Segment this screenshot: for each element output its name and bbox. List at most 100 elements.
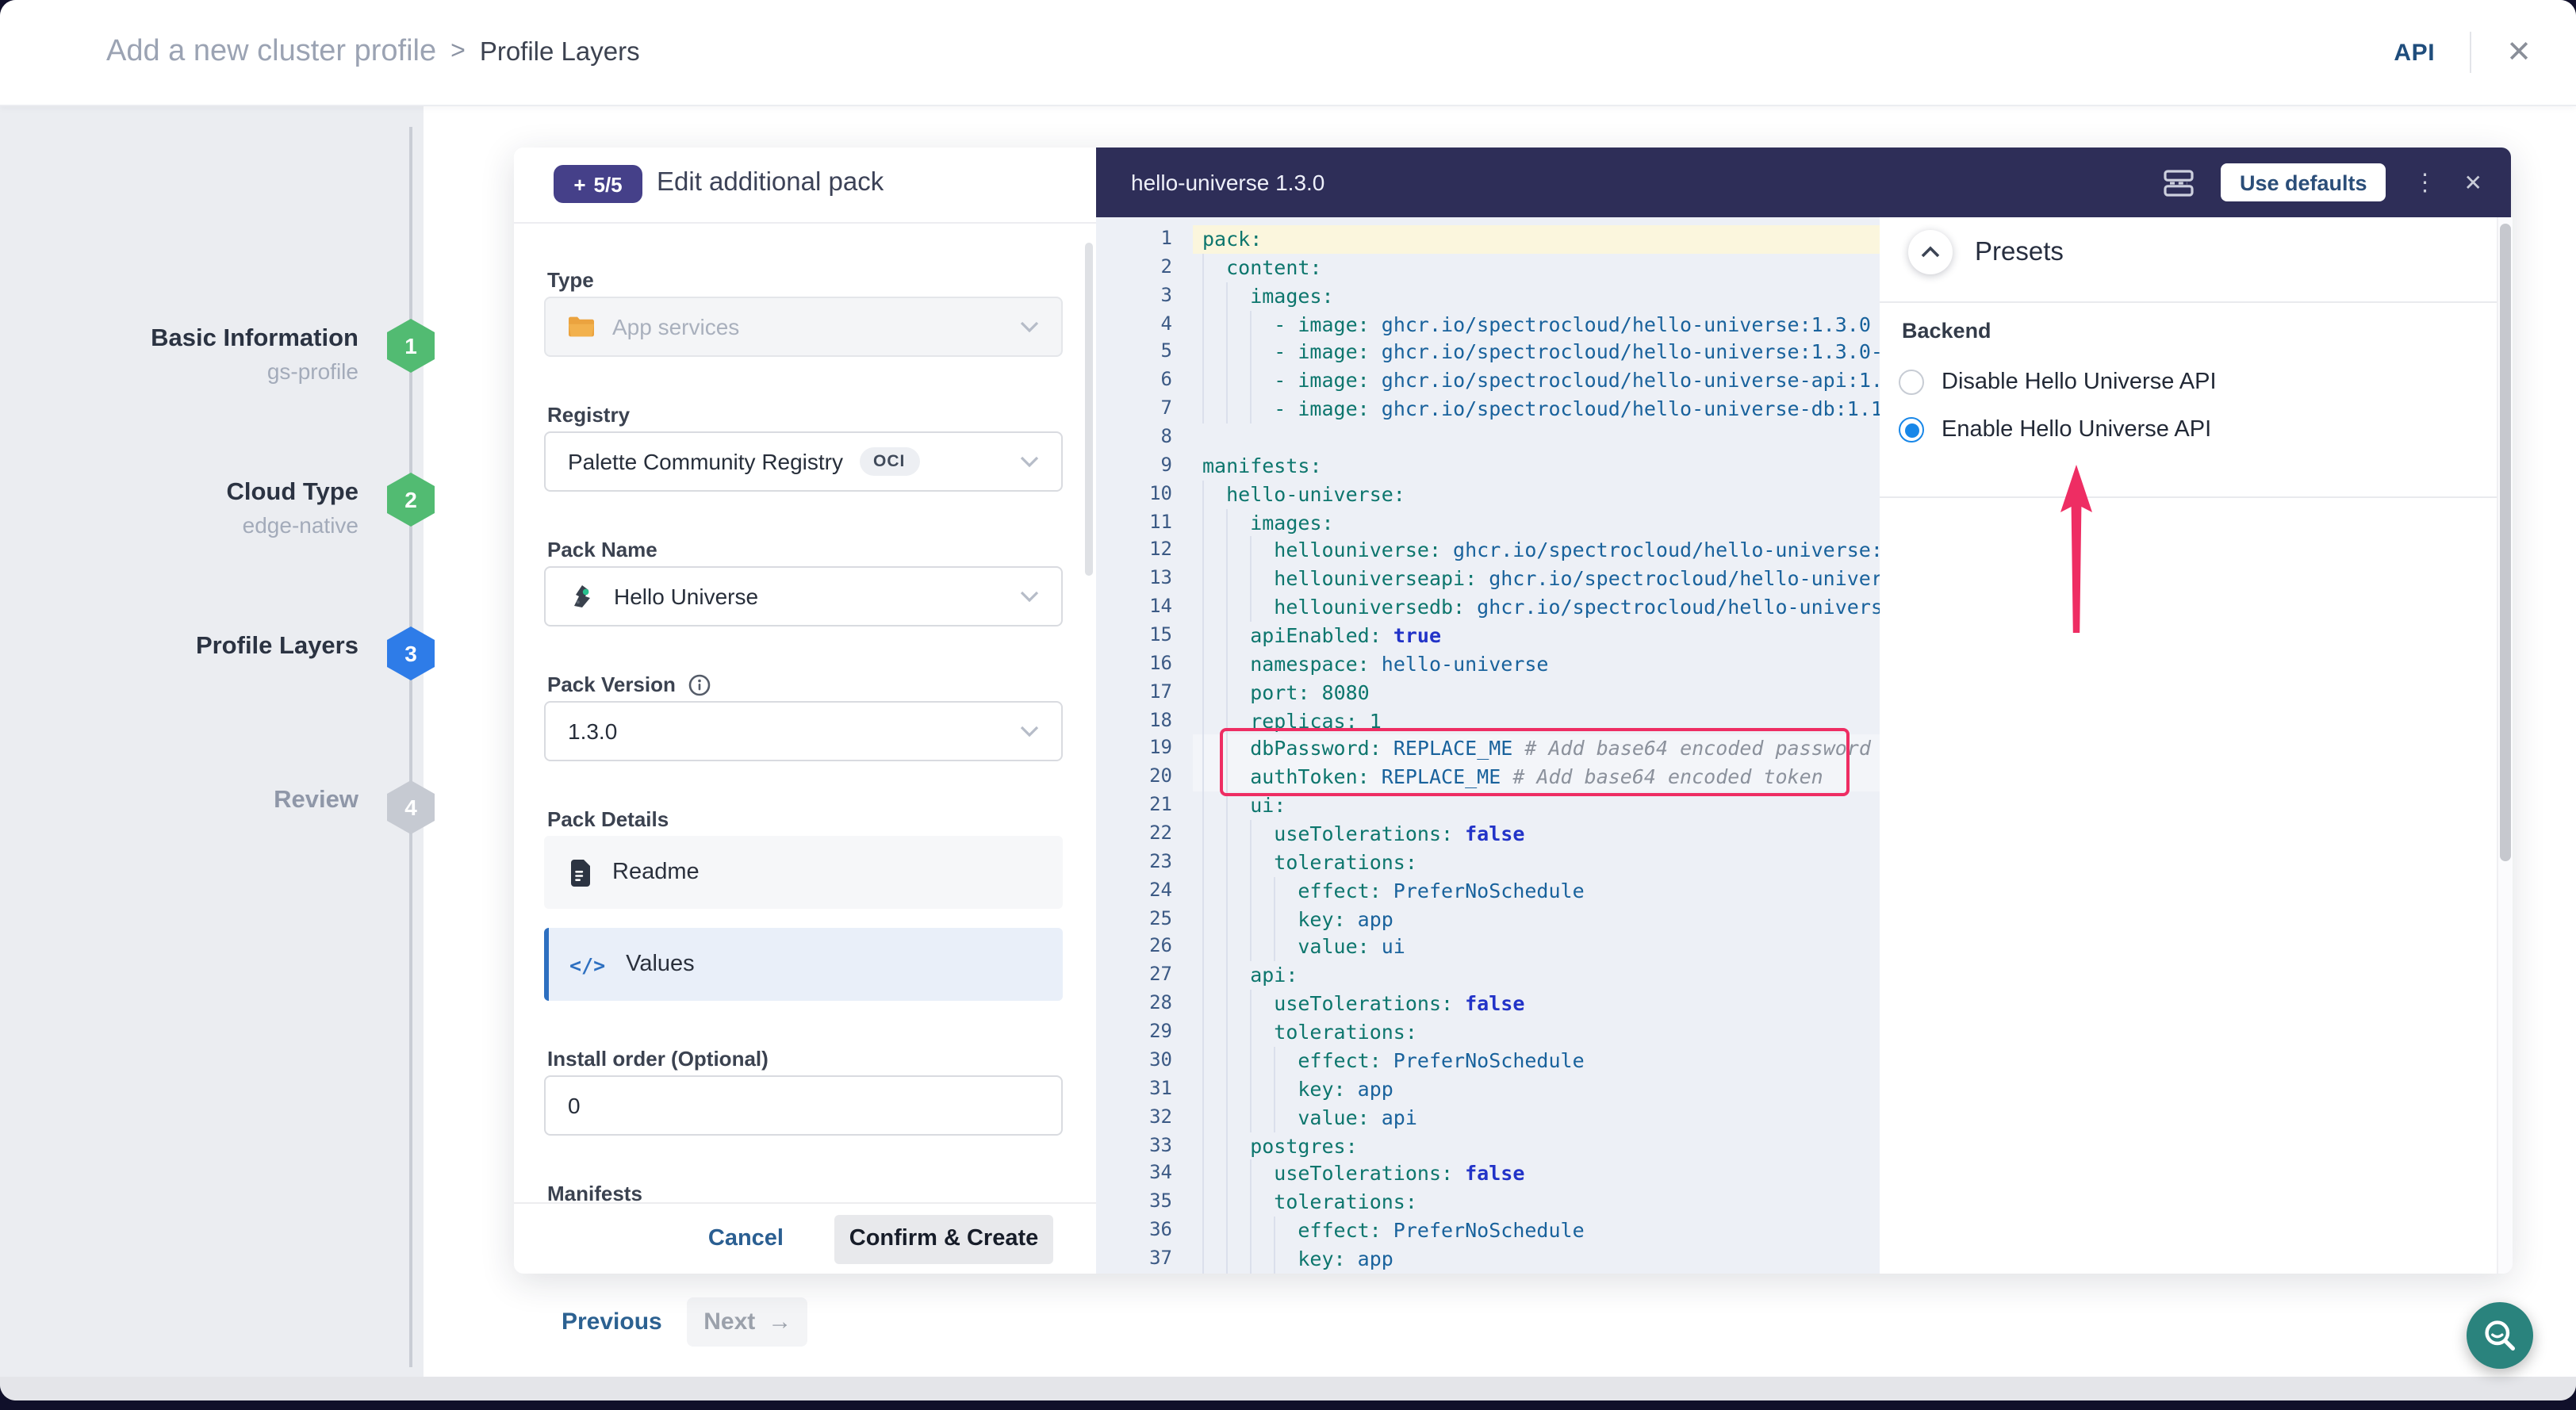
yaml-line-32: 32value: api [1096, 1103, 1880, 1132]
yaml-line-8: 8 [1096, 423, 1880, 452]
preset-option-label: Disable Hello Universe API [1942, 370, 2217, 395]
yaml-line-28: 28useTolerations: false [1096, 990, 1880, 1018]
cancel-button[interactable]: Cancel [699, 1224, 793, 1253]
yaml-line-33: 33postgres: [1096, 1132, 1880, 1160]
folder-icon [568, 316, 595, 338]
wizard-sidebar: Basic Informationgs-profile1Cloud Typeed… [0, 105, 424, 1377]
yaml-line-35: 35tolerations: [1096, 1188, 1880, 1217]
yaml-line-1: 1pack: [1096, 225, 1880, 254]
form-header: + 5/5 Edit additional pack [514, 148, 1096, 224]
install-order-input[interactable] [544, 1075, 1063, 1136]
sidebar-step-profile-layers[interactable]: Profile Layers 3 [0, 626, 444, 728]
yaml-line-14: 14hellouniversedb: ghcr.io/spectrocloud/… [1096, 593, 1880, 622]
step-title: Profile Layers [41, 631, 358, 661]
yaml-line-3: 3images: [1096, 282, 1880, 310]
pack-name-label: Pack Name [547, 538, 657, 561]
edit-pack-modal: + 5/5 Edit additional pack Type App serv… [514, 148, 2511, 1274]
yaml-line-22: 22useTolerations: false [1096, 820, 1880, 849]
yaml-line-21: 21ui: [1096, 791, 1880, 820]
close-icon[interactable]: ✕ [2506, 37, 2532, 67]
presets-title: Presets [1975, 238, 2064, 268]
preset-option-0[interactable]: Disable Hello Universe API [1899, 370, 2217, 395]
radio-checked-icon[interactable] [1899, 417, 1924, 443]
annotation-arrow [2059, 465, 2094, 633]
yaml-line-13: 13hellouniverseapi: ghcr.io/spectrocloud… [1096, 565, 1880, 594]
preset-option-label: Enable Hello Universe API [1942, 417, 2211, 443]
info-icon[interactable] [688, 673, 711, 695]
step-subtitle: gs-profile [41, 358, 358, 384]
type-select[interactable]: App services [544, 297, 1063, 357]
yaml-line-36: 36effect: PreferNoSchedule [1096, 1217, 1880, 1245]
breadcrumb: Add a new cluster profile > Profile Laye… [106, 0, 640, 105]
sidebar-step-cloud-type[interactable]: Cloud Typeedge-native2 [0, 473, 444, 574]
readme-tab[interactable]: Readme [544, 836, 1063, 909]
chevron-down-icon [1020, 455, 1039, 468]
preset-option-selected[interactable]: Enable Hello Universe API [1899, 417, 2211, 443]
form-footer: Cancel Confirm & Create [514, 1204, 1096, 1274]
registry-select[interactable]: Palette Community Registry OCI [544, 431, 1063, 492]
search-fab-button[interactable] [2467, 1302, 2533, 1369]
yaml-line-29: 29tolerations: [1096, 1018, 1880, 1047]
document-icon [569, 859, 592, 886]
yaml-line-30: 30effect: PreferNoSchedule [1096, 1047, 1880, 1075]
presets-divider [1880, 301, 2497, 303]
editor-title: hello-universe 1.3.0 [1131, 170, 1324, 195]
yaml-line-6: 6- image: ghcr.io/spectrocloud/hello-uni… [1096, 367, 1880, 396]
presets-panel: Presets Backend Disable Hello Universe A… [1880, 217, 2497, 1274]
form-scrollbar[interactable] [1085, 243, 1093, 576]
pack-logo-icon [568, 582, 596, 611]
yaml-line-27: 27api: [1096, 962, 1880, 990]
step-number-hexagon: 3 [387, 626, 435, 680]
footer-strip [0, 1377, 2576, 1400]
yaml-line-16: 16namespace: hello-universe [1096, 650, 1880, 679]
next-button[interactable]: Next → [688, 1297, 808, 1347]
confirm-create-button[interactable]: Confirm & Create [834, 1214, 1053, 1263]
chevron-up-icon [1921, 246, 1940, 259]
type-label: Type [547, 268, 594, 292]
step-number-hexagon: 4 [387, 780, 435, 834]
collapse-presets-button[interactable] [1908, 230, 1953, 274]
search-icon [2482, 1317, 2518, 1354]
yaml-line-4: 4- image: ghcr.io/spectrocloud/hello-uni… [1096, 310, 1880, 339]
breadcrumb-separator: > [450, 38, 466, 67]
yaml-line-2: 2content: [1096, 254, 1880, 282]
pack-version-select[interactable]: 1.3.0 [544, 701, 1063, 761]
pack-details-label: Pack Details [547, 807, 669, 831]
radio-unchecked-icon[interactable] [1899, 370, 1924, 395]
split-view-icon[interactable] [2164, 169, 2194, 196]
yaml-line-24: 24effect: PreferNoSchedule [1096, 877, 1880, 906]
pack-name-select[interactable]: Hello Universe [544, 566, 1063, 626]
yaml-line-26: 26value: ui [1096, 933, 1880, 962]
code-icon: </> [569, 952, 605, 976]
step-subtitle: edge-native [41, 512, 358, 538]
page-title: Profile Layers [480, 37, 640, 67]
api-link[interactable]: API [2394, 39, 2435, 66]
form-title: Edit additional pack [657, 168, 884, 198]
wizard-nav: Previous Next → [562, 1297, 808, 1347]
step-number-hexagon: 1 [387, 319, 435, 373]
kebab-menu-icon[interactable]: ⋮ [2413, 171, 2437, 194]
editor-header: hello-universe 1.3.0 Use defaults ⋮ ✕ [1096, 148, 2511, 217]
pack-count-badge: + 5/5 [554, 165, 642, 203]
values-tab[interactable]: </> Values [544, 928, 1063, 1001]
yaml-line-5: 5- image: ghcr.io/spectrocloud/hello-uni… [1096, 339, 1880, 367]
step-title: Cloud Type [41, 477, 358, 508]
modal-scrollbar-thumb[interactable] [2500, 224, 2511, 861]
yaml-line-18: 18replicas: 1 [1096, 707, 1880, 735]
sidebar-step-review[interactable]: Review 4 [0, 780, 444, 882]
backend-group-label: Backend [1902, 319, 1991, 343]
editor-close-icon[interactable]: ✕ [2464, 171, 2482, 193]
previous-button[interactable]: Previous [562, 1299, 662, 1345]
step-title: Review [41, 785, 358, 815]
plus-icon: + [573, 172, 585, 196]
sidebar-step-basic-information[interactable]: Basic Information gs-profile 1 [0, 319, 444, 420]
modal-scrollbar-track [2497, 217, 2513, 1274]
use-defaults-button[interactable]: Use defaults [2221, 163, 2386, 201]
yaml-line-7: 7- image: ghcr.io/spectrocloud/hello-uni… [1096, 395, 1880, 423]
step-title: Basic Information [41, 324, 358, 354]
wizard-timeline [409, 127, 412, 1367]
registry-label: Registry [547, 403, 630, 427]
yaml-editor[interactable]: 1pack:2content:3images:4- image: ghcr.io… [1096, 217, 1881, 1274]
yaml-line-11: 11images: [1096, 508, 1880, 537]
breadcrumb-parent[interactable]: Add a new cluster profile [106, 35, 436, 70]
